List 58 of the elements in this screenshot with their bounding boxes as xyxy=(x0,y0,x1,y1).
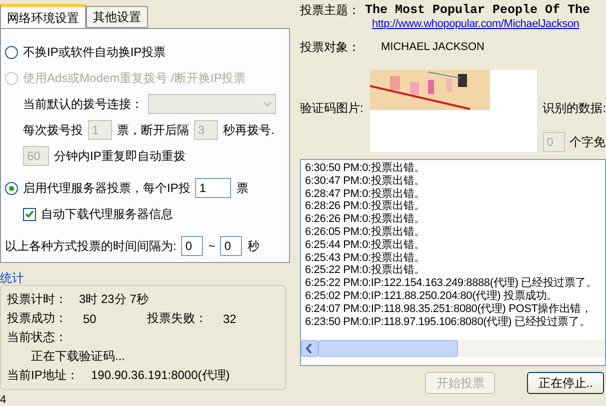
log-line: 6:25:02 PM:0:IP:121.88.250.204:80(代理) 投票成功。 xyxy=(305,290,558,303)
timer-label: 投票计时： xyxy=(7,291,68,308)
tab[interactable]: 其他设置 xyxy=(86,6,148,28)
range-separator: ~ xyxy=(208,239,216,253)
target-label: 投票对象： xyxy=(300,38,361,56)
log-line: 6:30:50 PM:0:投票出错。 xyxy=(305,162,426,175)
dial-wait-label: 票，断开后隔 xyxy=(117,122,189,138)
topic-title: The Most Popular People Of The xyxy=(365,3,590,17)
radio-label: 使用Ads或Modem重复拨号 /断开换IP投票 xyxy=(23,70,246,86)
interval-label: 以上各种方式投票的时间间隔为: xyxy=(5,238,176,254)
topic-label: 投票主题： xyxy=(300,2,360,18)
log-line: 6:25:22 PM:0:投票出错。 xyxy=(305,264,426,278)
dial-connection-label: 当前默认的拨号连接： xyxy=(23,96,143,112)
topic-link[interactable]: http://www.whopopular.com/MichaelJackson xyxy=(372,18,580,30)
checkbox-label: 自动下载代理服务器信息 xyxy=(41,206,173,222)
redial-label: 秒再拨号. xyxy=(223,122,274,138)
log-line: 6:30:47 PM:0:投票出错。 xyxy=(305,174,426,188)
captcha-label: 验证码图片: xyxy=(300,100,364,117)
radio-button[interactable] xyxy=(5,182,18,194)
log-line: 6:26:26 PM:0:投票出错。 xyxy=(305,213,426,226)
recognized-label: 识别的数据: xyxy=(542,100,606,117)
radio-button[interactable] xyxy=(5,46,18,58)
horizontal-scrollbar[interactable] xyxy=(301,340,605,357)
radio-label: 不换IP或软件自动换IP投票 xyxy=(23,44,166,60)
ip-label: 当前IP地址： xyxy=(7,367,80,384)
log-line: 6:28:26 PM:0:投票出错。 xyxy=(305,200,426,213)
log-line: 6:24:07 PM:0:IP:118.98.35.251:8080(代理) POST操作出错， xyxy=(305,302,593,316)
log-line: 6:25:43 PM:0:投票出错。 xyxy=(305,252,426,264)
log-line: 6:25:22 PM:0:IP:122.154.163.249:8888(代理) 已经投过票了。 xyxy=(305,277,598,290)
proxy-votes-field[interactable]: 1 xyxy=(195,178,232,198)
success-label: 投票成功： xyxy=(7,310,68,327)
timer-value: 3时 23分 7秒 xyxy=(79,291,148,308)
target-value: MICHAEL JACKSON xyxy=(381,41,485,53)
seconds-unit-label: 秒 xyxy=(247,238,260,254)
checkbox[interactable] xyxy=(23,208,36,220)
log-line: 6:28:47 PM:0:投票出错。 xyxy=(305,188,426,200)
interval-from-field[interactable]: 0 xyxy=(181,236,204,256)
chevron-icon xyxy=(263,101,272,107)
votes-unit-label: 票 xyxy=(236,180,248,196)
group-title: 统计 xyxy=(0,271,25,285)
log-line: 6:23:50 PM:0:IP:118.97.195.106:8080(代理) 已经投过票了。 xyxy=(305,316,592,328)
redial-minutes-label: 分钟内IP重复即自动重拨 xyxy=(54,148,186,164)
stop-button[interactable]: 正在停止.. xyxy=(527,372,604,394)
log-line: 6:26:05 PM:0:投票出错。 xyxy=(305,226,426,239)
fail-count: 32 xyxy=(223,312,236,326)
status-label: 当前状态： xyxy=(7,329,67,346)
status-text: 4 xyxy=(0,393,8,406)
count-label: 个字免 xyxy=(570,134,606,150)
radio-label: 启用代理服务器投票，每个IP投 xyxy=(23,180,190,196)
success-count: 50 xyxy=(83,312,98,326)
log-line: 6:25:44 PM:0:投票出错。 xyxy=(305,238,426,252)
scroll-thumb[interactable] xyxy=(318,340,458,357)
interval-to-field[interactable]: 0 xyxy=(220,236,242,256)
status-value: 正在下载验证码... xyxy=(31,348,126,365)
fail-label: 投票失败： xyxy=(147,310,208,327)
dial-votes-label: 每次拨号投 xyxy=(23,122,83,138)
ip-value: 190.90.36.191:8000(代理) xyxy=(91,367,230,384)
tab[interactable]: 网络环境设置 xyxy=(0,4,86,29)
